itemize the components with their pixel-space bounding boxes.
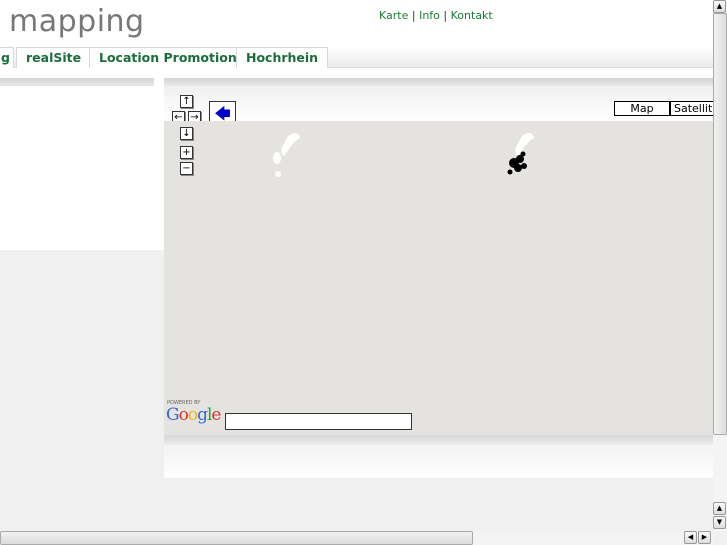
scroll-up-icon[interactable]: ▲ <box>713 0 726 13</box>
map-features <box>273 132 534 177</box>
map-type-selector: Map Satellite <box>614 101 713 116</box>
tab-location-promotion[interactable]: Location Promotion <box>89 47 247 68</box>
map-type-satellite[interactable]: Satellite <box>670 101 713 116</box>
site-title: mapping <box>9 4 145 39</box>
scroll-right-icon[interactable]: ▶ <box>698 531 711 544</box>
map-panel: 🡄 Map Satellite ↑ ← → ↓ <box>164 78 713 478</box>
map-footer-bar <box>164 435 713 445</box>
page: mapping Karte | Info | Kontakt g realSit… <box>0 0 713 531</box>
pan-down-icon[interactable]: ↓ <box>180 127 193 140</box>
zoom-in-icon[interactable]: + <box>180 146 193 159</box>
nav-link-kontakt[interactable]: Kontakt <box>451 9 493 22</box>
header: mapping Karte | Info | Kontakt <box>0 0 713 50</box>
map-toolbar: 🡄 Map Satellite <box>164 86 713 127</box>
nav-separator: | <box>411 9 416 22</box>
tab-mapping[interactable]: g <box>0 47 14 68</box>
scroll-up-icon[interactable]: ▲ <box>713 502 726 515</box>
tab-hochrhein[interactable]: Hochrhein <box>236 47 329 68</box>
scroll-left-icon[interactable]: ◀ <box>684 531 697 544</box>
map-search-input[interactable] <box>225 413 412 430</box>
map-footer <box>164 445 713 478</box>
landmass-shape <box>273 132 534 177</box>
vertical-scrollbar[interactable]: ▲ ▲ ▼ <box>713 0 727 531</box>
nav-link-info[interactable]: Info <box>419 9 440 22</box>
top-nav: Karte | Info | Kontakt <box>379 9 493 22</box>
zoom-out-icon[interactable]: − <box>180 162 193 175</box>
google-logo[interactable]: Google <box>166 405 221 425</box>
left-panel <box>0 78 164 250</box>
horizontal-scroll-thumb[interactable] <box>0 531 473 545</box>
tab-realsite[interactable]: realSite <box>16 47 92 68</box>
pan-up-icon[interactable]: ↑ <box>180 95 193 108</box>
horizontal-scrollbar[interactable]: ◀ ▶ <box>0 531 713 545</box>
map-type-map[interactable]: Map <box>614 101 670 116</box>
nav-link-karte[interactable]: Karte <box>379 9 408 22</box>
nav-separator: | <box>443 9 448 22</box>
left-panel-header <box>0 78 154 86</box>
map-panel-header <box>164 78 713 86</box>
separator <box>0 68 713 78</box>
scroll-down-icon[interactable]: ▼ <box>713 516 726 529</box>
map-canvas[interactable]: ↓ + − POWERED BY Google <box>164 121 713 435</box>
vertical-scroll-thumb[interactable] <box>713 13 727 435</box>
